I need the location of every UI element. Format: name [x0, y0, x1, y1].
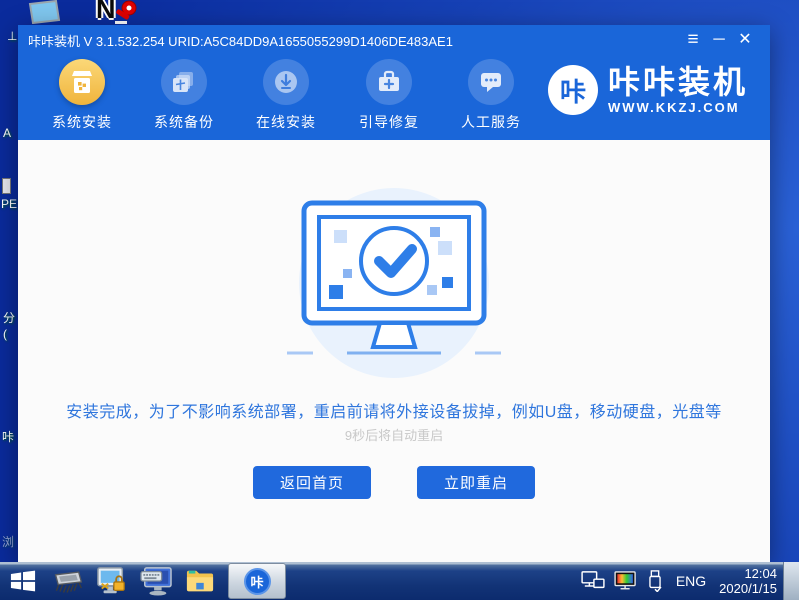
- brand-name: 咔咔装机: [608, 65, 748, 99]
- windows-logo-icon: [8, 568, 38, 594]
- desktop-background: N ⊥ A PE| 分 ( 咔 浏 咔咔装机 V 3.1.532.254 URI…: [0, 0, 799, 600]
- taskbar-file-explorer[interactable]: [178, 562, 222, 600]
- taskbar-chip-tool[interactable]: [46, 562, 90, 600]
- nav-item-system-install[interactable]: 系统安装: [34, 59, 130, 132]
- nav-item-human-service[interactable]: 人工服务: [443, 59, 539, 132]
- nav-item-system-backup[interactable]: 系统备份: [136, 59, 232, 132]
- brand-website: WWW.KKZJ.COM: [608, 100, 748, 115]
- close-button[interactable]: ✕: [732, 25, 758, 55]
- brand-logo: 咔 咔咔装机 WWW.KKZJ.COM: [548, 65, 748, 115]
- clock-date: 2020/1/15: [719, 581, 777, 596]
- desktop-icon-label-fragment: 浏: [2, 533, 14, 550]
- taskbar-clock[interactable]: 12:04 2020/1/15: [719, 566, 777, 596]
- kaka-logo-icon: 咔: [244, 568, 271, 595]
- toolbox-plus-icon: [366, 59, 412, 105]
- nav-item-label: 在线安装: [238, 112, 334, 132]
- system-tray: ENG 12:04 2020/1/15: [581, 562, 777, 600]
- backup-copies-icon: [161, 59, 207, 105]
- success-monitor-illustration: [299, 188, 489, 378]
- install-complete-message: 安装完成，为了不影响系统部署，重启前请将外接设备拔掉，例如U盘，移动硬盘，光盘等: [18, 398, 770, 422]
- install-box-icon: [59, 59, 105, 105]
- title-bar: 咔咔装机 V 3.1.532.254 URID:A5C84DD9A1655055…: [18, 25, 770, 55]
- clock-time: 12:04: [719, 566, 777, 581]
- menu-button[interactable]: ≡: [680, 25, 706, 55]
- installer-window: 咔咔装机 V 3.1.532.254 URID:A5C84DD9A1655055…: [18, 25, 770, 563]
- desktop-icon-label-fragment: (: [3, 327, 7, 341]
- show-desktop-button[interactable]: [783, 562, 799, 600]
- kaka-logo-badge: 咔: [548, 65, 598, 115]
- taskbar-screen-lock-tool[interactable]: [90, 562, 134, 600]
- back-home-button[interactable]: 返回首页: [253, 466, 371, 499]
- download-circle-icon: [263, 59, 309, 105]
- nav-item-label: 系统安装: [34, 112, 130, 132]
- display-color-icon[interactable]: [614, 571, 638, 591]
- desktop-icon-label-fragment: ⊥: [7, 29, 17, 43]
- folder-icon: [184, 567, 216, 595]
- minimize-button[interactable]: ─: [706, 25, 732, 55]
- monitor-lock-icon: [96, 566, 128, 596]
- nav-item-online-install[interactable]: 在线安装: [238, 59, 334, 132]
- desktop-icon-label-fragment: A: [3, 126, 11, 140]
- network-icon[interactable]: [581, 571, 605, 591]
- nav-item-label: 引导修复: [341, 112, 437, 132]
- red-key-icon: [112, 0, 140, 28]
- restart-now-button[interactable]: 立即重启: [417, 466, 535, 499]
- language-indicator[interactable]: ENG: [672, 573, 710, 589]
- desktop-icon-label-fragment: 分: [3, 309, 15, 326]
- nav-item-boot-repair[interactable]: 引导修复: [341, 59, 437, 132]
- content-area: 安装完成，为了不影响系统部署，重启前请将外接设备拔掉，例如U盘，移动硬盘，光盘等…: [18, 140, 770, 563]
- desktop-ntpwedit-icon[interactable]: N: [96, 0, 140, 28]
- cpu-chip-icon: [52, 567, 84, 595]
- start-button[interactable]: [0, 562, 46, 600]
- taskbar: 咔: [0, 562, 799, 600]
- desktop-icon-fragment: [2, 178, 11, 194]
- taskbar-kaka-installer-button[interactable]: 咔: [228, 563, 286, 599]
- nav-item-label: 人工服务: [443, 112, 539, 132]
- restart-countdown: 9秒后将自动重启: [18, 425, 770, 444]
- keyboard-monitor-icon: [139, 566, 173, 596]
- nav-item-label: 系统备份: [136, 112, 232, 132]
- desktop-icon-label-fragment: 咔: [2, 428, 14, 445]
- chat-bubble-icon: [468, 59, 514, 105]
- taskbar-onscreen-keyboard[interactable]: [134, 562, 178, 600]
- window-title: 咔咔装机 V 3.1.532.254 URID:A5C84DD9A1655055…: [28, 31, 680, 50]
- usb-device-icon[interactable]: [647, 570, 663, 592]
- nav-bar: 系统安装 系统备份: [18, 55, 770, 140]
